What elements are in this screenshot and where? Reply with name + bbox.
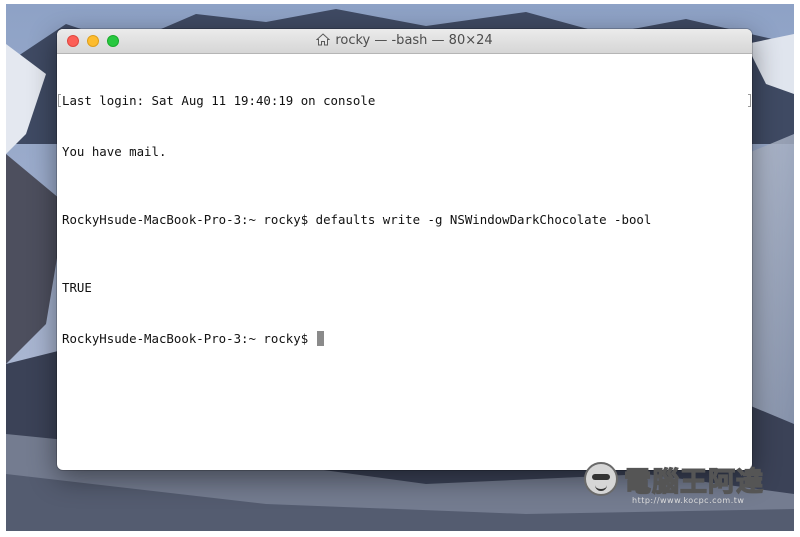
terminal-line: Last login: Sat Aug 11 19:40:19 on conso… (62, 93, 376, 108)
watermark-url: http://www.kocpc.com.tw (632, 496, 745, 505)
title-bar[interactable]: rocky — -bash — 80×24 (57, 29, 752, 54)
line-mark-left (58, 94, 61, 107)
prompt-text: RockyHsude-MacBook-Pro-3:~ rocky$ (62, 331, 316, 346)
window-title: rocky — -bash — 80×24 (57, 29, 752, 53)
text-cursor (316, 331, 324, 346)
mascot-icon (584, 462, 618, 496)
line-mark-right (748, 94, 751, 107)
terminal-line: TRUE (62, 280, 92, 295)
desktop-background: rocky — -bash — 80×24 Last login: Sat Au… (6, 4, 794, 531)
terminal-window[interactable]: rocky — -bash — 80×24 Last login: Sat Au… (57, 29, 752, 470)
terminal-line: You have mail. (62, 144, 167, 159)
home-icon (316, 33, 331, 46)
terminal-output[interactable]: Last login: Sat Aug 11 19:40:19 on conso… (57, 54, 752, 381)
watermark: 電腦王阿達 http://www.kocpc.com.tw (578, 456, 786, 516)
window-title-text: rocky — -bash — 80×24 (335, 33, 493, 48)
terminal-prompt-line: RockyHsude-MacBook-Pro-3:~ rocky$ (62, 330, 752, 347)
terminal-command-line: RockyHsude-MacBook-Pro-3:~ rocky$ defaul… (62, 212, 652, 227)
watermark-brand: 電腦王阿達 (623, 466, 764, 498)
